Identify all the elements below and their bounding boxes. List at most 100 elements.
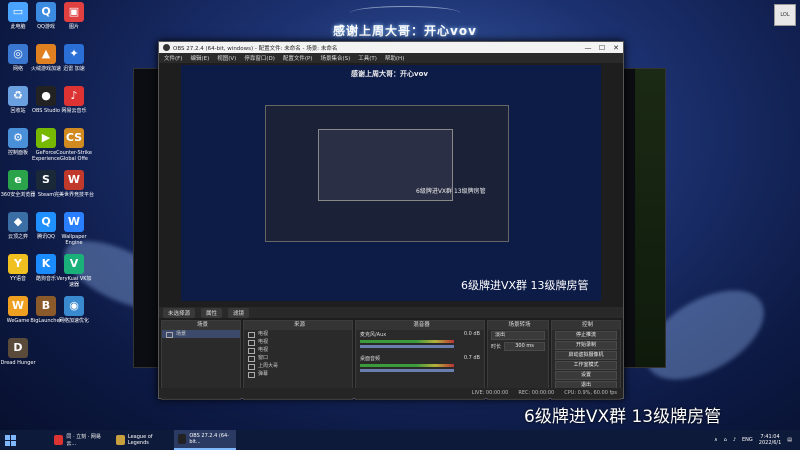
volume-slider[interactable] [360,345,454,348]
taskbar-app-icon [178,434,187,444]
menu-tools[interactable]: 工具(T) [358,54,377,62]
source-item[interactable]: 弹幕 [244,370,352,378]
controls-header: 控制 [552,321,620,330]
desktop-icon[interactable]: V VeryKuai VK加速器 [54,254,94,288]
desktop-icon[interactable]: ♪ 网易云音乐 [54,86,94,114]
app-icon: W [8,296,28,316]
volume-slider[interactable] [360,369,454,372]
channel-name: 桌面音频 [360,356,381,362]
menu-scene-collection[interactable]: 场景集合(S) [320,54,350,62]
close-button[interactable]: ✕ [609,44,623,52]
studio-mode-button[interactable]: 工作室模式 [555,361,617,370]
preview-caption: 6级牌进VX群 13级牌房管 [461,279,589,292]
obs-title: OBS 27.2.4 (64-bit, windows) - 配置文件: 未命名… [173,45,338,52]
tray-arrow-icon[interactable]: ∧ [714,437,718,443]
desktop-icon[interactable]: ✦ 迅雷 加速 [54,44,94,72]
app-icon: Q [36,2,56,22]
desktop-icon-label: 完美世界竞技平台 [54,192,95,198]
scene-item[interactable]: 场景 [162,330,240,338]
app-icon: V [64,254,84,274]
menu-docks[interactable]: 停靠窗口(D) [244,54,275,62]
channel-db: 0.7 dB [463,355,480,361]
menu-profile[interactable]: 配置文件(P) [283,54,313,62]
taskbar-app-icon [116,435,125,445]
app-icon: B [36,296,56,316]
network-icon[interactable]: ⌂ [724,437,727,443]
start-button[interactable] [0,430,20,450]
language-indicator[interactable]: ENG [742,437,753,443]
app-icon: W [64,170,84,190]
desktop-icon-label: 网络加速优化 [58,318,89,324]
source-item[interactable]: 电视 [244,346,352,354]
settings-button[interactable]: 设置 [555,371,617,380]
preview-inner-title: 感谢上周大哥：开心vov [351,70,428,78]
preview-canvas[interactable]: 感谢上周大哥：开心vov 6级牌进VX群 13级牌房管 6级牌进VX群 13级牌… [181,65,601,301]
app-icon: ◉ [64,296,84,316]
source-item[interactable]: 窗口 [244,354,352,362]
filters-tab[interactable]: 滤镜 [228,307,250,318]
nested-caption: 6级牌进VX群 13级牌房管 [416,188,486,195]
taskbar-app-icon [54,435,64,445]
app-icon: Q [36,212,56,232]
source-item[interactable]: 上周大哥 [244,362,352,370]
desktop-icon[interactable]: CS Counter-Strike Global Offe [54,128,94,162]
menu-help[interactable]: 帮助(H) [385,54,404,62]
taskbar-item[interactable]: OBS 27.2.4 (64-bit... [174,430,236,450]
desktop-icon-label: Counter-Strike Global Offe [56,150,92,162]
desktop-icon[interactable]: ◉ 网络加速优化 [54,296,94,324]
cpu-fps: CPU: 0.9%, 60.00 fps [564,390,617,396]
app-icon: ♪ [64,86,84,106]
menu-view[interactable]: 视图(V) [217,54,236,62]
taskbar-item[interactable]: 同 · 立刻 · 网易云... [50,430,112,450]
taskbar-item-label: 同 · 立刻 · 网易云... [66,434,101,447]
maximize-button[interactable]: ☐ [595,44,609,52]
properties-tab[interactable]: 属性 [201,307,223,318]
clock[interactable]: 7:41:04 2022/6/1 [759,434,781,446]
menu-edit[interactable]: 编辑(E) [190,54,209,62]
obs-logo-icon [163,44,170,51]
desktop-icon-label: Dread Hunger [0,360,36,366]
app-icon: ▭ [8,2,28,22]
desktop-icon-label: Wallpaper Engine [61,234,87,246]
app-icon: Y [8,254,28,274]
desktop-icon-label: 图片 [68,24,79,30]
obs-menubar: 文件(F) 编辑(E) 视图(V) 停靠窗口(D) 配置文件(P) 场景集合(S… [159,53,623,63]
obs-titlebar[interactable]: OBS 27.2.4 (64-bit, windows) - 配置文件: 未命名… [159,42,623,53]
app-icon: ▲ [36,44,56,64]
mixer-channel-desktop: 桌面音频 0.7 dB [356,354,484,374]
live-timer: LIVE: 00:00:00 [471,390,509,396]
no-source-selected-label: 未选择源 [163,307,196,318]
taskbar-item[interactable]: League of Legends [112,430,174,450]
source-item[interactable]: 电视 [244,338,352,346]
dock-tabs: 未选择源 属性 滤镜 [159,307,623,318]
stop-streaming-button[interactable]: 停止推流 [555,331,617,340]
volume-icon[interactable]: ♪ [733,437,736,443]
taskbar: 同 · 立刻 · 网易云... League of Legends OBS 27.2… [0,430,800,450]
system-tray: ∧ ⌂ ♪ ENG 7:41:04 2022/6/1 ▤ [714,434,800,446]
desktop-icon[interactable]: D Dread Hunger [0,338,38,366]
app-icon: ⚙ [8,128,28,148]
app-icon: W [64,212,84,232]
rec-timer: REC: 00:00:00 [518,390,555,396]
corner-logo: LOL [774,4,796,26]
transition-select[interactable]: 淡出 [491,331,545,340]
source-item[interactable]: 电视 [244,330,352,338]
virtual-camera-button[interactable]: 启动虚拟摄像机 [555,351,617,360]
duration-input[interactable]: 300 ms [504,342,545,351]
windows-icon [4,434,16,446]
channel-db: 0.0 dB [463,331,480,337]
desktop-icon[interactable]: W 完美世界竞技平台 [54,170,94,198]
desktop-icon[interactable]: ▣ 图片 [54,2,94,30]
sources-header: 来源 [244,321,352,330]
notification-icon[interactable]: ▤ [787,437,792,443]
desktop-icon-label: 网易云音乐 [61,108,87,114]
app-icon: ◎ [8,44,28,64]
duration-row: 时长 300 ms [488,341,548,352]
desktop-icon-label: 迅雷 加速 [63,66,85,72]
desktop-icon[interactable]: W Wallpaper Engine [54,212,94,246]
app-icon: e [8,170,28,190]
obs-window[interactable]: OBS 27.2.4 (64-bit, windows) - 配置文件: 未命名… [158,41,624,400]
menu-file[interactable]: 文件(F) [164,54,182,62]
start-recording-button[interactable]: 开始录制 [555,341,617,350]
minimize-button[interactable]: — [581,44,595,52]
